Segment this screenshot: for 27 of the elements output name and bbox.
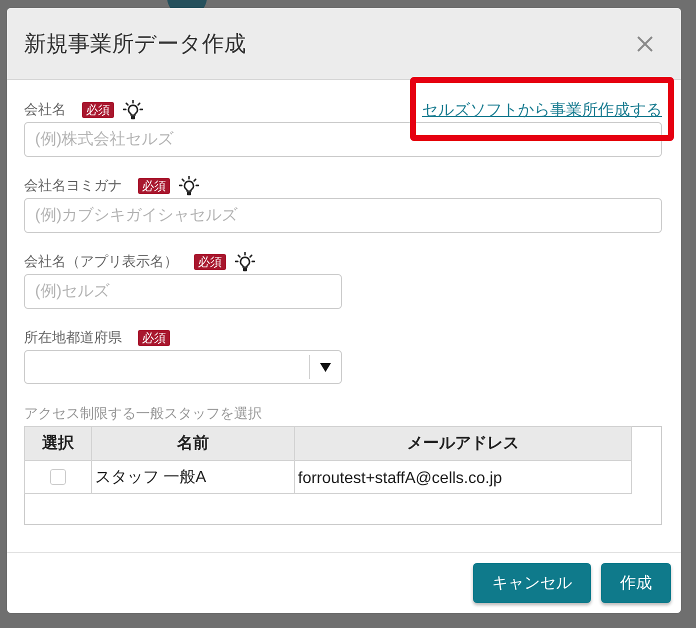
required-badge: 必須 xyxy=(82,102,114,118)
required-badge: 必須 xyxy=(138,330,170,346)
close-button[interactable] xyxy=(637,36,653,52)
select-field[interactable] xyxy=(24,350,342,384)
table-cell: スタッフ 一般A xyxy=(92,460,294,494)
checkbox[interactable] xyxy=(50,468,66,485)
dialog-title: 新規事業所データ作成 xyxy=(24,30,246,58)
action-button[interactable]: キャンセル xyxy=(473,563,591,603)
table-cell: forroutest+staffA@cells.co.jp xyxy=(294,460,632,494)
input-field[interactable]: (例)株式会社セルズ xyxy=(24,122,662,157)
required-badge: 必須 xyxy=(194,254,226,270)
logo-icon xyxy=(167,0,207,8)
column-header: 名前 xyxy=(92,426,294,460)
caret-icon xyxy=(320,362,331,372)
input-field[interactable]: (例)セルズ xyxy=(24,274,342,309)
create-from-software-link[interactable]: セルズソフトから事業所作成する xyxy=(422,100,662,120)
close-icon xyxy=(637,36,653,52)
field-label: 会社名 xyxy=(24,101,66,119)
field-label: 会社名ヨミガナ xyxy=(24,177,122,195)
column-header: メールアドレス xyxy=(294,426,632,460)
field-label: 所在地都道府県 xyxy=(24,329,122,347)
field-label: 会社名（アプリ表示名） xyxy=(24,253,178,271)
required-badge: 必須 xyxy=(138,178,170,194)
action-button[interactable]: 作成 xyxy=(601,563,671,603)
table-caption: アクセス制限する一般スタッフを選択 xyxy=(24,405,263,421)
input-field[interactable]: (例)カブシキガイシャセルズ xyxy=(24,198,662,233)
column-header: 選択 xyxy=(24,426,92,460)
